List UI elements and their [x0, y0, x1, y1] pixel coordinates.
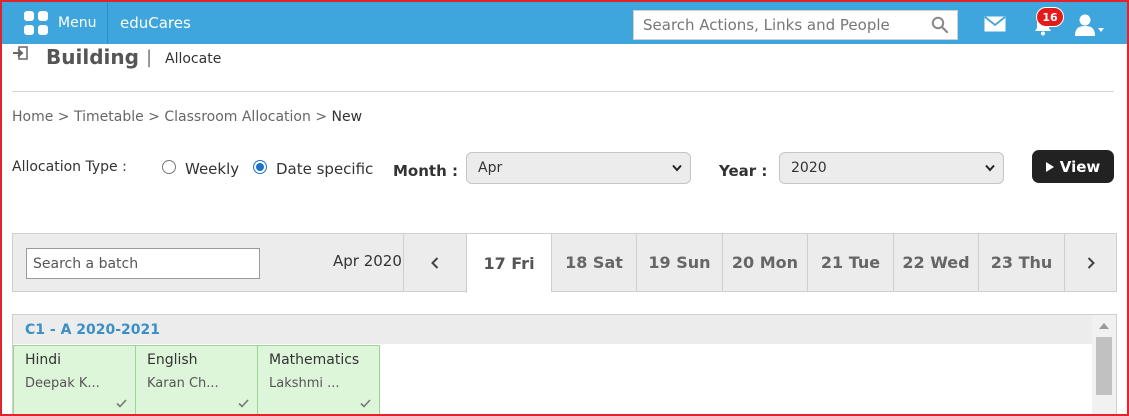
scroll-up-arrow[interactable]: [1099, 323, 1109, 329]
date-specific-radio[interactable]: [253, 160, 267, 174]
user-icon[interactable]: [1074, 13, 1106, 37]
teacher-name: Lakshmi ...: [269, 376, 340, 391]
check-icon: [116, 399, 127, 408]
prev-day-button[interactable]: [403, 234, 466, 291]
breadcrumb-home[interactable]: Home: [12, 109, 53, 125]
mail-icon[interactable]: [984, 16, 1006, 32]
year-select-value: 2020: [791, 160, 827, 176]
vertical-scrollbar[interactable]: [1092, 315, 1116, 416]
allocation-type-label: Allocation Type :: [12, 159, 127, 175]
chevron-right-icon: [1087, 256, 1095, 269]
batch-search-input[interactable]: [27, 249, 259, 278]
day-tab-22[interactable]: 22 Wed: [893, 234, 978, 291]
batch-header: C1 - A 2020-2021: [13, 315, 1093, 344]
year-select[interactable]: 2020: [779, 152, 1004, 184]
view-button-label: View: [1059, 157, 1101, 176]
notification-badge: 16: [1036, 7, 1064, 27]
breadcrumb-timetable[interactable]: Timetable: [74, 109, 144, 125]
month-year-label: Apr 2020: [333, 252, 402, 270]
day-tab-17[interactable]: 17 Fri: [466, 234, 551, 293]
batch-section: C1 - A 2020-2021 Hindi Deepak K... Engli…: [12, 314, 1117, 416]
subject-card[interactable]: Hindi Deepak K...: [13, 345, 136, 415]
menu-button[interactable]: Menu: [12, 2, 108, 44]
month-label: Month :: [393, 162, 458, 180]
day-tab-20[interactable]: 20 Mon: [722, 234, 807, 291]
divider: [12, 91, 1114, 92]
subject-card[interactable]: English Karan Ch...: [135, 345, 258, 415]
day-tab-21[interactable]: 21 Tue: [807, 234, 893, 291]
scroll-thumb[interactable]: [1096, 337, 1112, 395]
global-search-input[interactable]: [634, 11, 914, 39]
next-day-button[interactable]: [1064, 234, 1116, 291]
chevron-left-icon: [431, 256, 439, 269]
month-select[interactable]: Apr: [466, 152, 691, 184]
weekly-radio[interactable]: [162, 160, 176, 174]
subject-name: Mathematics: [269, 352, 360, 368]
global-search[interactable]: [633, 10, 958, 40]
page-subtitle: Allocate: [165, 51, 222, 67]
brand-name[interactable]: eduCares: [120, 14, 191, 32]
breadcrumb-current: New: [331, 109, 363, 125]
subject-card[interactable]: Mathematics Lakshmi ...: [257, 345, 380, 415]
subject-name: English: [147, 352, 198, 368]
title-separator: |: [146, 47, 153, 68]
day-tab-23[interactable]: 23 Thu: [978, 234, 1064, 291]
search-icon[interactable]: [931, 16, 949, 34]
check-icon: [360, 399, 371, 408]
teacher-name: Karan Ch...: [147, 376, 219, 391]
breadcrumb-classroom-allocation[interactable]: Classroom Allocation: [164, 109, 311, 125]
month-select-value: Apr: [478, 160, 503, 176]
page-title: Building: [46, 45, 139, 69]
grid-icon: [24, 11, 48, 35]
breadcrumb: Home > Timetable > Classroom Allocation …: [12, 109, 363, 125]
date-strip: Apr 2020 17 Fri 18 Sat 19 Sun 20 Mon 21 …: [12, 233, 1117, 293]
day-tab-19[interactable]: 19 Sun: [636, 234, 722, 291]
subject-name: Hindi: [25, 352, 62, 368]
year-label: Year :: [719, 162, 768, 180]
top-bar: Menu eduCares 16: [2, 2, 1127, 44]
chevron-down-icon: [985, 164, 995, 172]
chevron-down-icon: [672, 164, 682, 172]
check-icon: [238, 399, 249, 408]
weekly-label[interactable]: Weekly: [185, 160, 239, 178]
view-button[interactable]: View: [1032, 150, 1114, 183]
date-specific-label[interactable]: Date specific: [276, 160, 373, 178]
play-icon: [1045, 161, 1054, 172]
batch-title[interactable]: C1 - A 2020-2021: [25, 322, 160, 338]
batch-search[interactable]: [26, 248, 260, 279]
login-icon: [13, 46, 28, 60]
day-tab-18[interactable]: 18 Sat: [551, 234, 636, 291]
teacher-name: Deepak K...: [25, 376, 100, 391]
menu-label: Menu: [58, 15, 97, 31]
